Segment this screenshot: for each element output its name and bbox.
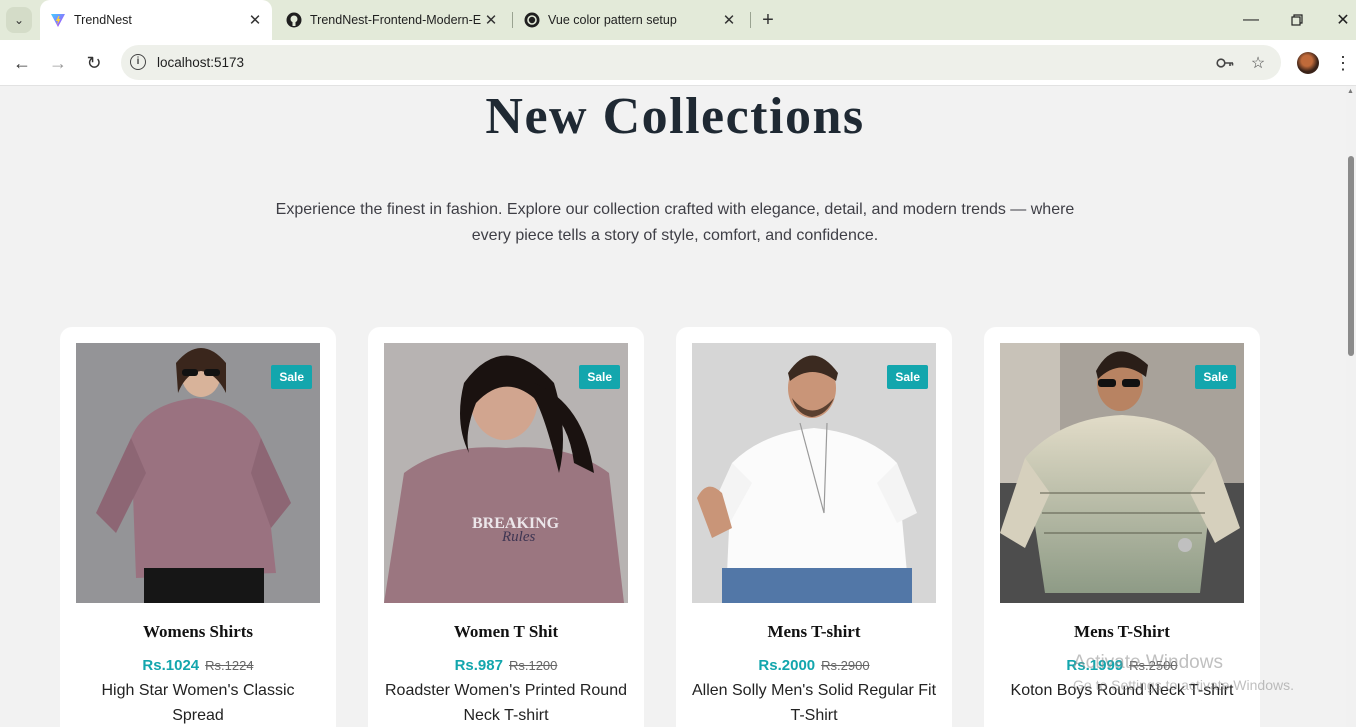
- vite-icon: [50, 12, 66, 28]
- product-price: Rs.1024: [142, 657, 200, 674]
- tab-trendnest[interactable]: TrendNest ✕: [40, 0, 272, 40]
- product-name: Mens T-Shirt: [1074, 622, 1170, 641]
- page-scrollbar[interactable]: ▲: [1346, 86, 1356, 727]
- product-card[interactable]: BREAKING Rules Sale Women T Shit Rs.987 R…: [368, 327, 644, 727]
- product-card[interactable]: Sale Womens Shirts Rs.1024 Rs.1224 High S…: [60, 327, 336, 727]
- new-tab-button[interactable]: +: [756, 8, 780, 32]
- windows-activation-watermark: Activate Windows Go to Settings to activ…: [1073, 652, 1294, 693]
- more-menu-icon[interactable]: ⋮: [1334, 52, 1352, 74]
- profile-avatar[interactable]: [1297, 52, 1319, 74]
- svg-text:Rules: Rules: [501, 529, 535, 545]
- watermark-subtitle: Go to Settings to activate Windows.: [1073, 677, 1294, 693]
- product-price: Rs.2000: [758, 657, 816, 674]
- reload-icon: ↻: [86, 52, 102, 73]
- page-title: New Collections: [485, 88, 865, 145]
- close-icon[interactable]: ✕: [720, 11, 738, 29]
- github-icon: [286, 12, 302, 28]
- product-name: Womens Shirts: [142, 622, 254, 641]
- product-image[interactable]: Sale: [692, 343, 936, 603]
- product-old-price: Rs.2900: [821, 658, 870, 673]
- product-image[interactable]: BREAKING Rules Sale: [384, 343, 628, 603]
- page-subtitle: Experience the finest in fashion. Explor…: [275, 201, 1075, 244]
- browser-toolbar: ← → ↻ i localhost:5173 ☆ ⋮: [0, 40, 1356, 86]
- product-old-price: Rs.1200: [508, 658, 558, 673]
- tab-github[interactable]: TrendNest-Frontend-Modern-E ✕: [276, 0, 508, 40]
- product-description: Roadster Women's Printed Round Neck T-sh…: [385, 682, 627, 724]
- product-image[interactable]: Sale: [76, 343, 320, 603]
- product-card[interactable]: Sale Mens T-shirt Rs.2000 Rs.2900 Allen S…: [676, 327, 952, 727]
- close-icon: ✕: [1336, 12, 1350, 29]
- watermark-title: Activate Windows: [1073, 652, 1223, 673]
- plus-icon: +: [762, 8, 774, 31]
- chevron-down-icon: ⌄: [13, 13, 25, 27]
- product-old-price: Rs.1224: [205, 658, 254, 673]
- minimize-icon: —: [1243, 11, 1259, 28]
- product-prices: Rs.1024 Rs.1224: [60, 657, 336, 675]
- tab-title: Vue color pattern setup: [548, 13, 677, 27]
- info-icon[interactable]: i: [130, 54, 146, 70]
- product-prices: Rs.987 Rs.1200: [368, 657, 644, 675]
- scroll-up-icon[interactable]: ▲: [1347, 88, 1354, 95]
- tab-divider: [750, 12, 751, 28]
- tab-title: TrendNest: [74, 13, 132, 27]
- tab-chatgpt[interactable]: Vue color pattern setup ✕: [514, 0, 746, 40]
- restore-icon: [1291, 14, 1303, 26]
- tab-divider: [512, 12, 513, 28]
- product-price: Rs.987: [454, 657, 503, 674]
- close-icon[interactable]: ✕: [482, 11, 500, 29]
- star-icon[interactable]: ☆: [1248, 53, 1268, 73]
- chatgpt-icon: [524, 12, 540, 28]
- product-prices: Rs.2000 Rs.2900: [676, 657, 952, 675]
- url-text[interactable]: localhost:5173: [157, 55, 244, 70]
- minimize-button[interactable]: —: [1239, 8, 1263, 32]
- product-image[interactable]: Sale: [1000, 343, 1244, 603]
- tab-search-button[interactable]: ⌄: [6, 7, 32, 33]
- product-name: Women T Shit: [453, 622, 559, 641]
- arrow-right-icon: →: [49, 52, 67, 73]
- forward-button[interactable]: →: [46, 51, 70, 75]
- sale-badge: Sale: [1195, 365, 1236, 389]
- reload-button[interactable]: ↻: [82, 51, 106, 75]
- arrow-left-icon: ←: [13, 52, 31, 73]
- close-window-button[interactable]: ✕: [1331, 8, 1355, 32]
- tab-strip: ⌄ TrendNest ✕ TrendNest-Frontend-Modern-…: [0, 0, 1356, 40]
- page-content: New Collections Experience the finest in…: [0, 87, 1346, 727]
- sale-badge: Sale: [887, 365, 928, 389]
- product-description: Allen Solly Men's Solid Regular Fit T-Sh…: [691, 682, 937, 724]
- scroll-thumb[interactable]: [1348, 156, 1354, 356]
- back-button[interactable]: ←: [10, 51, 34, 75]
- address-bar[interactable]: i localhost:5173 ☆: [121, 45, 1281, 80]
- key-icon[interactable]: [1215, 53, 1235, 73]
- close-icon[interactable]: ✕: [246, 11, 264, 29]
- restore-button[interactable]: [1285, 8, 1309, 32]
- sale-badge: Sale: [271, 365, 312, 389]
- sale-badge: Sale: [579, 365, 620, 389]
- product-name: Mens T-shirt: [767, 622, 861, 641]
- tab-title: TrendNest-Frontend-Modern-E: [310, 13, 482, 27]
- product-description: High Star Women's Classic Spread: [101, 682, 295, 724]
